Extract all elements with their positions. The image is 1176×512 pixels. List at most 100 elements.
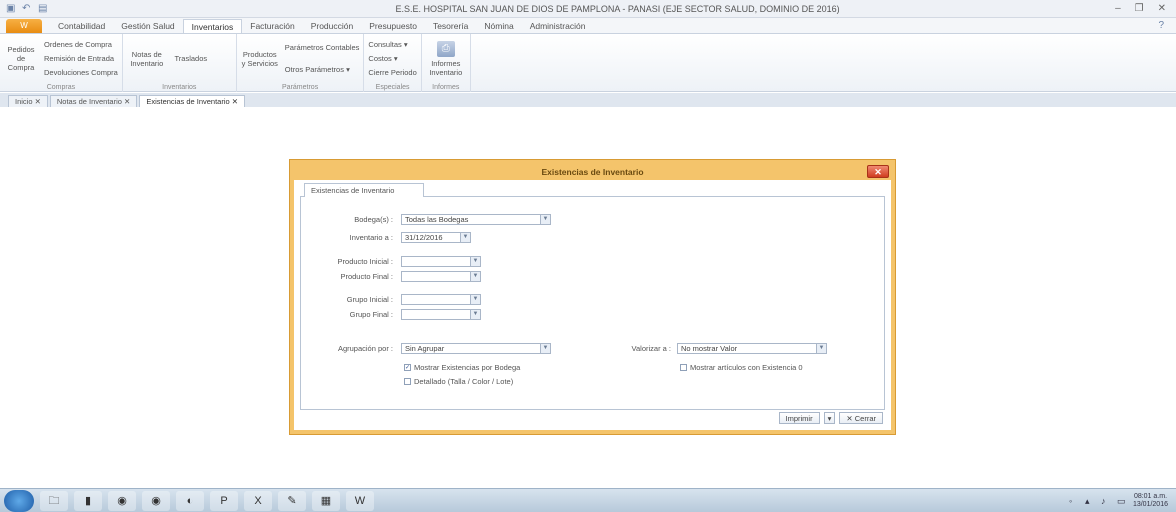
battery-icon[interactable]: ▭ <box>1117 496 1127 506</box>
grupo-final-select[interactable]: ▼ <box>401 309 481 320</box>
clock[interactable]: 08:01 a.m. 13/01/2016 <box>1133 493 1168 509</box>
otros-parametros-button[interactable]: Otros Parámetros ▾ <box>285 64 360 75</box>
tab-gestion-salud[interactable]: Gestión Salud <box>113 19 182 33</box>
mostrar-cero-checkbox[interactable]: Mostrar artículos con Existencia 0 <box>680 363 803 372</box>
existencias-dialog: Existencias de Inventario ✕ Existencias … <box>289 159 896 435</box>
paint-icon[interactable]: ✎ <box>278 490 306 511</box>
grupo-final-label: Grupo Final : <box>349 310 393 319</box>
checkbox-icon[interactable] <box>404 378 411 385</box>
start-button[interactable] <box>4 489 34 512</box>
doc-tab-inicio[interactable]: Inicio ✕ <box>8 95 48 107</box>
cierre-periodo-button[interactable]: Cierre Periodo <box>368 67 416 78</box>
agrupacion-select[interactable]: Sin Agrupar ▼ <box>401 343 551 354</box>
app-icon[interactable]: ▤ <box>38 3 48 14</box>
calendar-icon[interactable]: ▼ <box>460 233 470 242</box>
pedidos-compra-label: Pedidos de Compra <box>7 45 35 72</box>
inner-tab-existencias[interactable]: Existencias de Inventario <box>304 183 424 197</box>
doc-tab-notas-inventario[interactable]: Notas de Inventario ✕ <box>49 95 138 107</box>
document-tabs: Inicio ✕ Notas de Inventario ✕ Existenci… <box>0 93 1176 107</box>
excel-icon[interactable]: X <box>244 490 272 511</box>
language-icon[interactable]: ◦ <box>1069 496 1079 506</box>
firefox-icon[interactable]: ◐ <box>176 490 204 511</box>
costos-label: Costos <box>368 53 392 63</box>
dropdown-arrow-icon[interactable]: ▼ <box>470 272 480 281</box>
printer-icon: ⎙ <box>436 40 455 57</box>
dropdown-arrow-icon[interactable]: ▼ <box>540 344 550 353</box>
chart-icon[interactable]: ▮ <box>74 490 102 511</box>
productos-servicios-button[interactable]: Productos y Servicios <box>241 37 279 80</box>
dropdown-arrow-icon[interactable]: ▼ <box>816 344 826 353</box>
tab-inventarios[interactable]: Inventarios <box>182 19 243 33</box>
dropdown-arrow-icon: ▾ <box>393 53 398 63</box>
notas-inventario-label: Notas de Inventario <box>130 49 164 68</box>
devoluciones-compra-button[interactable]: Devoluciones Compra <box>44 67 118 78</box>
ordenes-compra-button[interactable]: Ordenes de Compra <box>44 39 118 50</box>
otros-parametros-label: Otros Parámetros <box>284 64 344 74</box>
dropdown-arrow-icon[interactable]: ▼ <box>540 215 550 224</box>
checkbox-icon[interactable] <box>680 364 687 371</box>
close-icon: ✕ <box>846 414 855 423</box>
ribbon-tabs: W Contabilidad Gestión Salud Inventarios… <box>0 18 1176 34</box>
tab-nomina[interactable]: Nómina <box>476 19 521 33</box>
window-controls: – ❐ ✕ <box>1115 3 1176 14</box>
doc-tab-existencias[interactable]: Existencias de Inventario ✕ <box>139 95 246 107</box>
chrome-icon[interactable]: ◉ <box>142 490 170 511</box>
dropdown-arrow-icon[interactable]: ▼ <box>470 257 480 266</box>
parametros-contables-button[interactable]: Parámetros Contables <box>285 42 360 53</box>
valorizar-select[interactable]: No mostrar Valor ▼ <box>677 343 827 354</box>
network-icon[interactable]: ▴ <box>1085 496 1095 506</box>
grupo-inicial-label: Grupo Inicial : <box>346 295 393 304</box>
informes-inventario-button[interactable]: ⎙ Informes Inventario <box>426 37 466 80</box>
tab-tesoreria[interactable]: Tesorería <box>425 19 476 33</box>
pedidos-compra-button[interactable]: Pedidos de Compra <box>4 37 38 80</box>
powerpoint-icon[interactable]: P <box>210 490 238 511</box>
checkbox-checked-icon[interactable]: ✓ <box>404 364 411 371</box>
agrupacion-label: Agrupación por : <box>337 344 393 353</box>
inventario-value: 31/12/2016 <box>405 233 443 242</box>
inventario-label: Inventario a : <box>349 233 393 242</box>
dialog-close-button[interactable]: ✕ <box>867 165 889 178</box>
informes-inventario-label: Informes Inventario <box>429 58 463 77</box>
save-icon[interactable]: ▣ <box>6 3 16 14</box>
word-icon[interactable]: W <box>346 490 374 511</box>
producto-inicial-label: Producto Inicial : <box>337 257 393 266</box>
producto-final-select[interactable]: ▼ <box>401 271 481 282</box>
app-icon[interactable]: ▦ <box>312 490 340 511</box>
mostrar-bodega-checkbox[interactable]: ✓ Mostrar Existencias por Bodega <box>404 363 520 372</box>
application-menu-button[interactable]: W <box>6 19 42 33</box>
consultas-button[interactable]: Consultas ▾ <box>368 39 416 50</box>
dialog-body: Existencias de Inventario Bodega(s) : To… <box>294 180 891 430</box>
chrome-icon[interactable]: ◉ <box>108 490 136 511</box>
tab-administracion[interactable]: Administración <box>522 19 594 33</box>
costos-button[interactable]: Costos ▾ <box>368 53 416 64</box>
dropdown-arrow-icon[interactable]: ▼ <box>470 310 480 319</box>
producto-inicial-select[interactable]: ▼ <box>401 256 481 267</box>
minimize-icon[interactable]: – <box>1115 3 1121 14</box>
bodegas-select[interactable]: Todas las Bodegas ▼ <box>401 214 551 225</box>
cerrar-button[interactable]: ✕ Cerrar <box>839 412 883 424</box>
tab-facturacion[interactable]: Facturación <box>242 19 302 33</box>
help-icon[interactable]: ? <box>1158 19 1164 33</box>
dropdown-arrow-icon[interactable]: ▼ <box>470 295 480 304</box>
remision-entrada-button[interactable]: Remisión de Entrada <box>44 53 118 64</box>
notas-inventario-button[interactable]: Notas de Inventario <box>127 37 167 80</box>
dropdown-arrow-icon: ▾ <box>403 39 408 49</box>
volume-icon[interactable]: ♪ <box>1101 496 1111 506</box>
title-bar: ▣ ↶ ▤ E.S.E. HOSPITAL SAN JUAN DE DIOS D… <box>0 0 1176 18</box>
dropdown-arrow-icon: ▾ <box>346 64 350 74</box>
restore-icon[interactable]: ❐ <box>1135 3 1144 14</box>
imprimir-button[interactable]: Imprimir <box>778 412 820 424</box>
inventario-date-field[interactable]: 31/12/2016 ▼ <box>401 232 471 243</box>
detallado-checkbox[interactable]: Detallado (Talla / Color / Lote) <box>404 377 513 386</box>
tab-presupuesto[interactable]: Presupuesto <box>361 19 425 33</box>
undo-icon[interactable]: ↶ <box>22 3 32 14</box>
traslados-button[interactable]: Traslados <box>173 37 209 80</box>
detallado-label: Detallado (Talla / Color / Lote) <box>414 377 514 386</box>
imprimir-dropdown-button[interactable]: ▾ <box>823 412 836 424</box>
close-icon[interactable]: ✕ <box>1158 3 1166 14</box>
folder-icon[interactable]: 🗀 <box>40 490 68 511</box>
tab-produccion[interactable]: Producción <box>303 19 362 33</box>
grupo-inicial-select[interactable]: ▼ <box>401 294 481 305</box>
group-informes: ⎙ Informes Inventario Informes <box>422 34 471 92</box>
tab-contabilidad[interactable]: Contabilidad <box>50 19 113 33</box>
